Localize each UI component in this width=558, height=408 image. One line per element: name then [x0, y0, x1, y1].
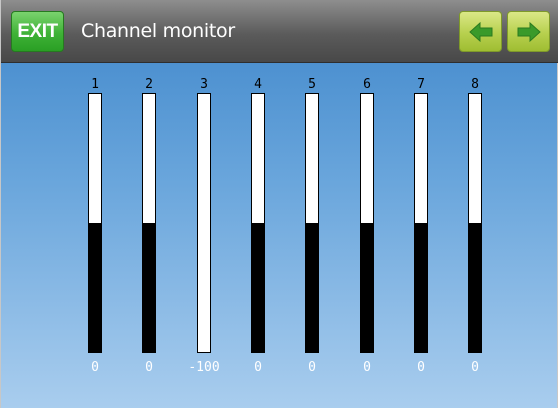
channel-bar [360, 93, 374, 353]
channel-number: 4 [254, 77, 262, 92]
channel-number: 7 [417, 77, 425, 92]
exit-button[interactable]: EXIT [11, 11, 64, 52]
channel-3: 3 -100 [179, 77, 229, 377]
header-bar: EXIT Channel monitor [1, 0, 558, 63]
channel-1: 10 [70, 77, 120, 377]
prev-page-button[interactable] [459, 11, 502, 52]
channel-number: 2 [145, 77, 153, 92]
channel-bar [88, 93, 102, 353]
channel-monitor-screen: EXIT Channel monitor 1 0 2 0 3 -100 4 0 5 0 6 0 7 0 8 0 [0, 0, 558, 408]
channel-bar [468, 93, 482, 353]
channel-bar [251, 93, 265, 353]
arrow-left-icon [468, 21, 492, 42]
arrow-right-icon [517, 21, 541, 42]
channel-number: 8 [471, 77, 479, 92]
channel-number: 6 [363, 77, 371, 92]
channel-8: 80 [450, 77, 500, 377]
channel-value: 0 [471, 360, 479, 375]
channel-bar-fill [252, 223, 264, 352]
channel-5: 50 [287, 77, 337, 377]
channel-2: 20 [124, 77, 174, 377]
channel-7: 70 [396, 77, 446, 377]
channel-bar-fill [306, 223, 318, 352]
channel-bar [305, 93, 319, 353]
channel-bar [142, 93, 156, 353]
page-title: Channel monitor [81, 20, 235, 42]
channel-bar-fill [415, 223, 427, 352]
channel-number: 3 [200, 77, 208, 92]
channel-bar [414, 93, 428, 353]
channel-6: 60 [342, 77, 392, 377]
channel-number: 5 [308, 77, 316, 92]
channel-bar-fill [89, 223, 101, 352]
channel-bar [197, 93, 211, 353]
next-page-button[interactable] [507, 11, 550, 52]
channel-4: 40 [233, 77, 283, 377]
channel-bar-fill [361, 223, 373, 352]
channel-number: 1 [91, 77, 99, 92]
channel-bar-fill [469, 223, 481, 352]
channel-bar-fill [143, 223, 155, 352]
